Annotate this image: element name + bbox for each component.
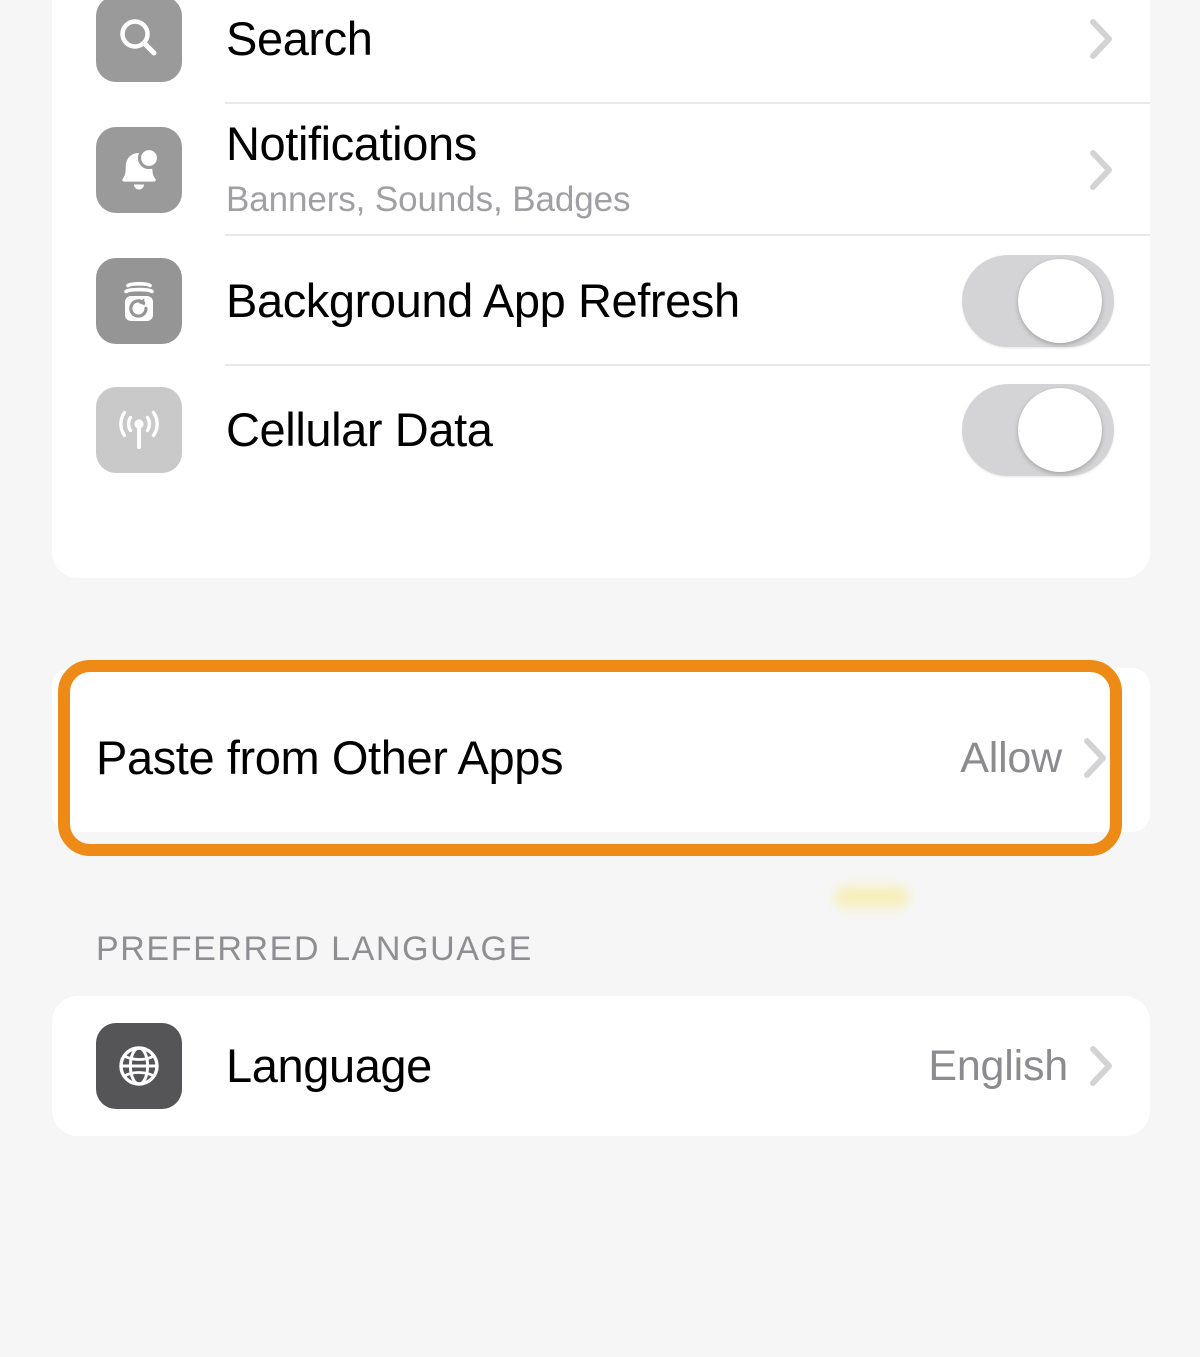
bell-icon — [96, 127, 182, 213]
settings-row-label: Cellular Data — [226, 402, 493, 456]
settings-screen: Search Notifications Banners, Sounds, Ba… — [0, 0, 1200, 1357]
row-labels: Language — [226, 1038, 928, 1093]
background-app-refresh-toggle[interactable] — [962, 255, 1114, 347]
settings-row-label: Notifications — [226, 116, 477, 170]
settings-row-label: Background App Refresh — [226, 273, 740, 327]
globe-icon — [96, 1023, 182, 1109]
chevron-right-icon — [1090, 149, 1114, 191]
settings-row-label: Search — [226, 11, 373, 65]
settings-row-cellular-data[interactable]: Cellular Data — [52, 366, 1150, 494]
chevron-right-icon — [1090, 1045, 1114, 1087]
row-labels: Notifications Banners, Sounds, Badges — [226, 116, 1090, 222]
paste-highlight-annotation — [58, 660, 1122, 856]
toggle-knob — [1018, 259, 1102, 343]
language-value: English — [928, 1041, 1068, 1090]
settings-row-background-app-refresh[interactable]: Background App Refresh — [52, 236, 1150, 366]
toggle-knob — [1018, 388, 1102, 472]
app-settings-card: Search Notifications Banners, Sounds, Ba… — [52, 0, 1150, 578]
settings-row-subtitle: Banners, Sounds, Badges — [226, 180, 631, 220]
row-labels: Cellular Data — [226, 402, 962, 457]
settings-row-notifications[interactable]: Notifications Banners, Sounds, Badges — [52, 104, 1150, 236]
row-labels: Search — [226, 11, 1090, 66]
background-app-refresh-icon — [96, 258, 182, 344]
yellow-highlighter-mark — [834, 886, 910, 908]
settings-row-search[interactable]: Search — [52, 0, 1150, 104]
settings-row-language[interactable]: Language English — [52, 996, 1150, 1136]
cellular-antenna-icon — [96, 387, 182, 473]
chevron-right-icon — [1090, 18, 1114, 60]
preferred-language-card: Language English — [52, 996, 1150, 1136]
row-labels: Background App Refresh — [226, 273, 962, 328]
section-header-preferred-language: PREFERRED LANGUAGE — [96, 930, 533, 968]
cellular-data-toggle[interactable] — [962, 384, 1114, 476]
settings-row-label: Language — [226, 1038, 432, 1092]
search-icon — [96, 0, 182, 82]
